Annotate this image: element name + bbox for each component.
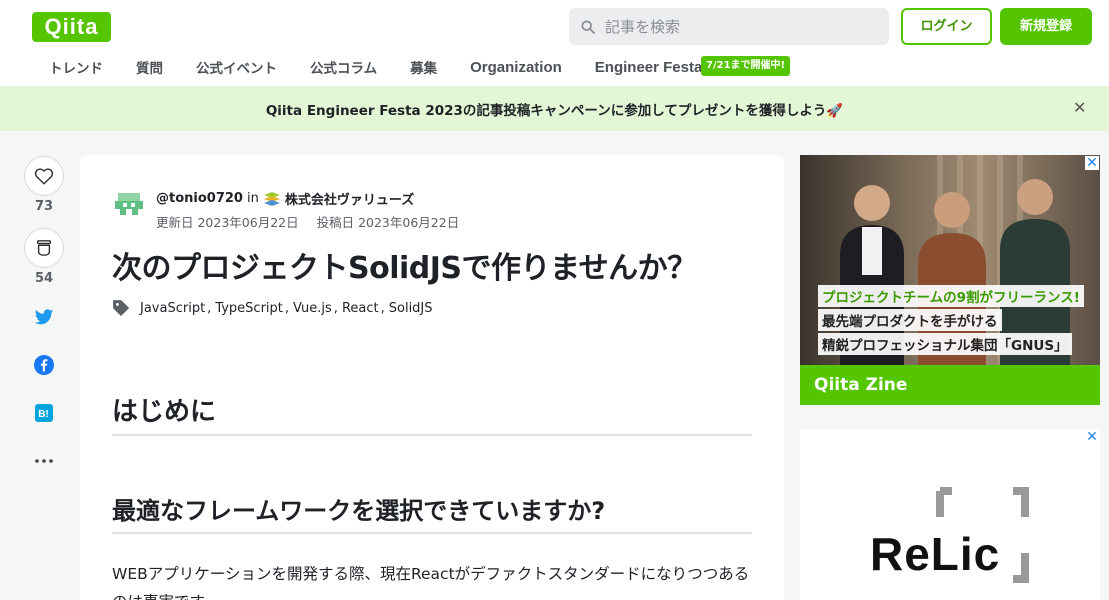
signup-button[interactable]: 新規登録 [1000, 8, 1092, 45]
festa-period-badge: 7/21まで開催中! [701, 56, 791, 76]
tag-react[interactable]: React [342, 301, 379, 316]
in-label: in [246, 191, 259, 206]
close-icon[interactable]: ✕ [1073, 98, 1086, 117]
organization-name[interactable]: 株式会社ヴァリューズ [285, 189, 414, 208]
svg-text:B!: B! [38, 409, 49, 420]
article-paragraph: WEBアプリケーションを開発する際、現在Reactがデファクトスタンダードになり… [112, 565, 750, 600]
ad-close-icon[interactable]: ✕ [1085, 156, 1099, 170]
tag-solidjs[interactable]: SolidJS [389, 301, 433, 316]
organization-logo-icon[interactable] [263, 191, 281, 207]
article-actions: 73 54 B! [24, 156, 64, 474]
qiita-logo[interactable]: Qiita [32, 12, 111, 42]
search-icon [581, 19, 595, 34]
nav-engineer-festa[interactable]: Engineer Festa [595, 59, 703, 76]
more-horizontal-icon [35, 459, 53, 463]
facebook-share[interactable] [24, 352, 64, 378]
heading-introduction: はじめに [112, 391, 752, 436]
qiita-zine-brand: Qiita Zine [800, 365, 1100, 405]
article-card: @tonio0720 in 株式会社ヴァリューズ 更新日 2023年06月22日… [80, 155, 784, 600]
nav-official-events[interactable]: 公式イベント [196, 57, 277, 77]
tag-javascript[interactable]: JavaScript [140, 301, 205, 316]
author-name[interactable]: @tonio0720 [156, 191, 243, 206]
heading-framework-choice: 最適なフレームワークを選択できていますか? [112, 491, 752, 534]
hatena-bookmark-icon: B! [35, 404, 53, 422]
like-button[interactable] [24, 156, 64, 196]
twitter-icon [34, 308, 54, 324]
author-line: @tonio0720 in 株式会社ヴァリューズ [156, 189, 414, 208]
posted-date: 投稿日 2023年06月22日 [316, 215, 460, 230]
nav-official-columns[interactable]: 公式コラム [310, 57, 377, 77]
login-button[interactable]: ログイン [901, 8, 992, 45]
ad-line-1: プロジェクトチームの9割がフリーランス! [818, 285, 1084, 307]
ad-copy: プロジェクトチームの9割がフリーランス! 最先端プロダクトを手がける 精鋭プロフ… [818, 285, 1084, 357]
banner-text[interactable]: Qiita Engineer Festa 2023の記事投稿キャンペーンに参加し… [0, 99, 1109, 119]
article-dates: 更新日 2023年06月22日 投稿日 2023年06月22日 [156, 212, 459, 231]
nav-questions[interactable]: 質問 [136, 57, 163, 77]
stock-button[interactable] [24, 228, 64, 268]
ad-qiita-zine[interactable]: プロジェクトチームの9割がフリーランス! 最先端プロダクトを手がける 精鋭プロフ… [800, 155, 1100, 405]
updated-date: 更新日 2023年06月22日 [156, 215, 299, 230]
heart-icon [34, 168, 54, 185]
tag-vuejs[interactable]: Vue.js [293, 301, 332, 316]
facebook-icon [34, 355, 54, 375]
tag-list: JavaScript, TypeScript, Vue.js, React, S… [112, 299, 433, 317]
search-input[interactable] [605, 17, 865, 36]
ad-line-2: 最先端プロダクトを手がける [818, 309, 1002, 331]
ad-relic[interactable]: ReLic ✕ [800, 429, 1100, 600]
relic-logo-text: ReLic [870, 528, 1001, 580]
more-options[interactable] [24, 448, 64, 474]
site-header: Qiita ログイン 新規登録 トレンド 質問 公式イベント 公式コラム 募集 … [0, 0, 1109, 86]
twitter-share[interactable] [24, 304, 64, 330]
nav-organization[interactable]: Organization [470, 59, 562, 76]
ad-close-icon[interactable]: ✕ [1085, 430, 1099, 444]
like-count: 73 [34, 199, 54, 214]
article-title: 次のプロジェクトSolidJSで作りませんか？ [112, 251, 697, 286]
hatena-bookmark-share[interactable]: B! [24, 400, 64, 426]
author-avatar[interactable] [112, 187, 146, 221]
nav-recruitment[interactable]: 募集 [410, 57, 437, 77]
search-box[interactable] [569, 8, 889, 45]
stock-icon [36, 240, 52, 256]
stock-count: 54 [34, 271, 54, 286]
avatar-image [112, 187, 146, 221]
nav-trend[interactable]: トレンド [49, 57, 103, 77]
main-nav: トレンド 質問 公式イベント 公式コラム 募集 Organization Eng… [49, 56, 791, 78]
tag-typescript[interactable]: TypeScript [215, 301, 283, 316]
ad-line-3: 精鋭プロフェッショナル集団「GNUS」 [818, 333, 1072, 355]
campaign-banner: Qiita Engineer Festa 2023の記事投稿キャンペーンに参加し… [0, 86, 1109, 131]
tag-icon [113, 300, 129, 316]
